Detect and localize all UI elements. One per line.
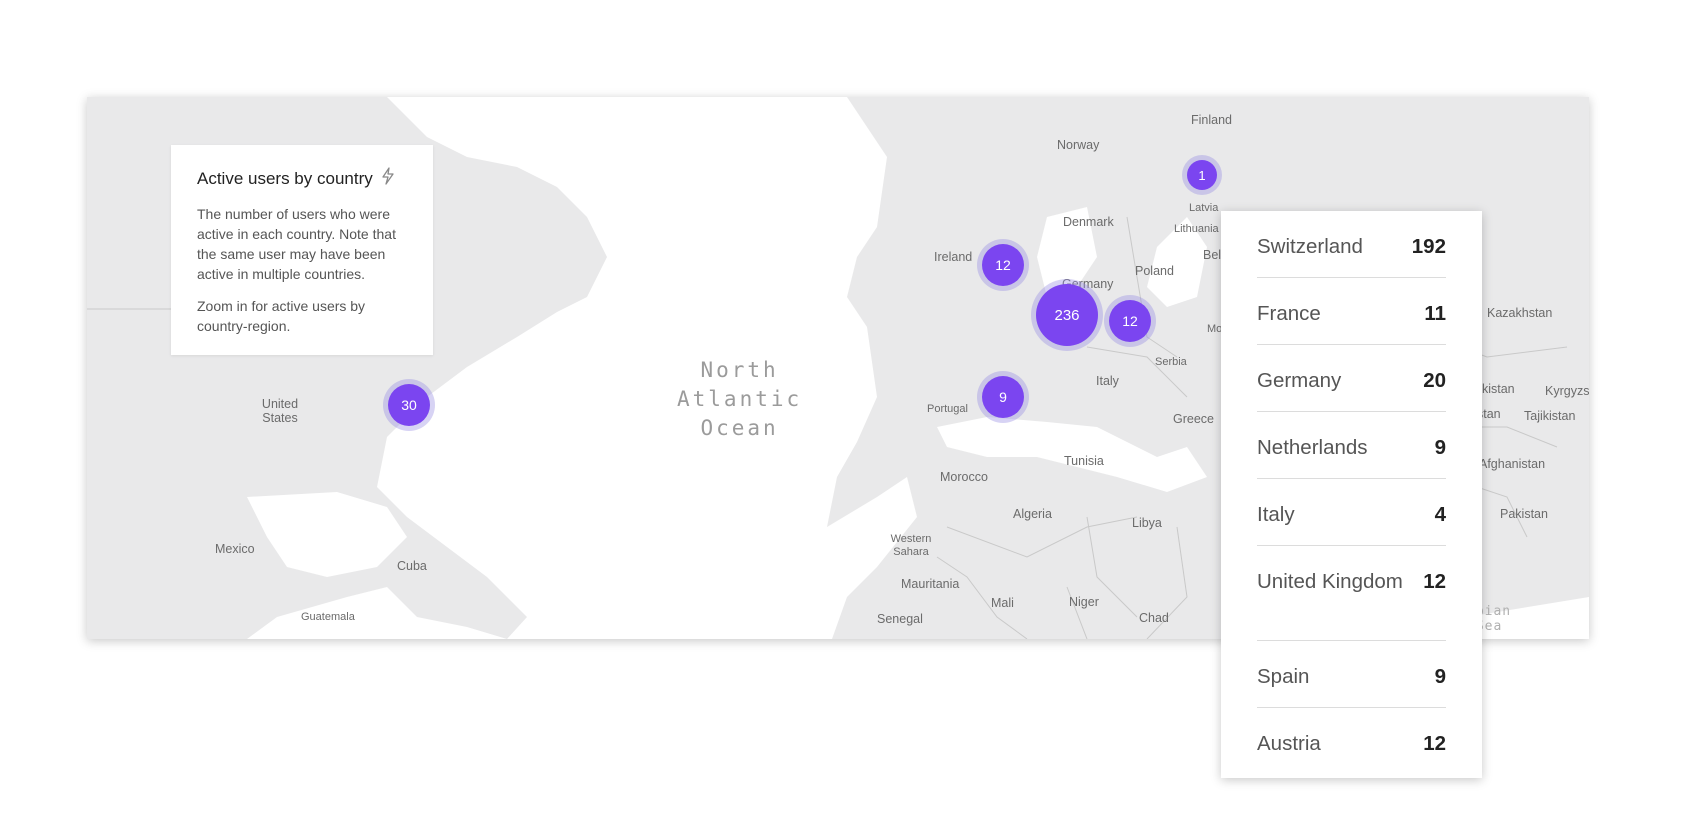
country-value: 12 xyxy=(1423,570,1446,593)
marker-uk[interactable]: 12 xyxy=(982,244,1024,286)
marker-spain[interactable]: 9 xyxy=(982,376,1024,418)
country-value: 9 xyxy=(1434,436,1446,459)
map-label-western-sahara: Western Sahara xyxy=(890,533,932,558)
map-label-tajikistan: Tajikistan xyxy=(1524,409,1576,423)
map-label-serbia: Serbia xyxy=(1155,356,1187,368)
card-description: The number of users who were active in e… xyxy=(197,206,396,282)
list-item[interactable]: Spain 9 xyxy=(1257,641,1446,708)
map-label-denmark: Denmark xyxy=(1063,215,1114,229)
country-name: Spain xyxy=(1257,665,1310,688)
map-label-pakistan: Pakistan xyxy=(1500,507,1548,521)
map-label-finland: Finland xyxy=(1191,113,1232,127)
country-value: 11 xyxy=(1424,302,1446,325)
list-item[interactable]: Italy 4 xyxy=(1257,479,1446,546)
map-label-latvia: Latvia xyxy=(1189,202,1219,214)
list-item[interactable]: Netherlands 9 xyxy=(1257,412,1446,479)
country-name: Italy xyxy=(1257,503,1295,526)
list-item[interactable]: Switzerland 192 xyxy=(1257,211,1446,278)
map-label-ireland: Ireland xyxy=(934,250,973,264)
map-label-afghanistan: Afghanistan xyxy=(1479,457,1546,471)
list-item[interactable]: France 11 xyxy=(1257,278,1446,345)
map-label-tunisia: Tunisia xyxy=(1064,454,1104,468)
country-name: Germany xyxy=(1257,369,1342,392)
map-label-lithuania: Lithuania xyxy=(1174,223,1219,235)
marker-france[interactable]: 236 xyxy=(1036,284,1098,346)
country-list: Switzerland 192 France 11 Germany 20 Net… xyxy=(1221,211,1482,778)
map-label-guatemala: Guatemala xyxy=(301,611,355,623)
ocean-label: North Atlantic Ocean xyxy=(677,356,802,443)
map-label-senegal: Senegal xyxy=(877,612,923,626)
marker-central[interactable]: 12 xyxy=(1109,300,1151,342)
info-card: Active users by country The number of us… xyxy=(171,145,433,355)
marker-north[interactable]: 1 xyxy=(1187,160,1217,190)
map-label-cuba: Cuba xyxy=(397,559,427,573)
ocean-label-line: North xyxy=(700,358,779,382)
card-zoom-hint: Zoom in for active users by country-regi… xyxy=(197,298,366,334)
card-title: Active users by country xyxy=(197,167,407,190)
country-value: 9 xyxy=(1434,665,1446,688)
map-label-portugal: Portugal xyxy=(927,403,968,415)
map-label-mali: Mali xyxy=(991,596,1014,610)
map-label-united-states: United States xyxy=(261,397,299,426)
list-item[interactable]: Austria 12 xyxy=(1257,708,1446,775)
map-label-mauritania: Mauritania xyxy=(901,577,960,591)
map-label-libya: Libya xyxy=(1132,516,1162,530)
country-name: Netherlands xyxy=(1257,436,1368,459)
map-label-niger: Niger xyxy=(1069,595,1099,609)
map-label-bel: Bel xyxy=(1203,248,1222,262)
country-name: Switzerland xyxy=(1257,235,1363,258)
country-name: Austria xyxy=(1257,732,1321,755)
ocean-label-line: Ocean xyxy=(700,416,779,440)
country-value: 20 xyxy=(1423,369,1446,392)
lightning-icon[interactable] xyxy=(381,167,395,190)
map-label-norway: Norway xyxy=(1057,138,1100,152)
country-value: 12 xyxy=(1423,732,1446,755)
map-label-chad: Chad xyxy=(1139,611,1169,625)
map-label-kyrgyz: Kyrgyzs xyxy=(1545,384,1589,398)
marker-usa[interactable]: 30 xyxy=(388,384,430,426)
map-label-mo: Mo xyxy=(1207,323,1223,335)
list-item[interactable]: United Kingdom 12 xyxy=(1257,546,1446,641)
map-label-italy: Italy xyxy=(1096,374,1119,388)
map-label-greece: Greece xyxy=(1173,412,1214,426)
country-name: France xyxy=(1257,302,1321,325)
card-title-text: Active users by country xyxy=(197,168,373,188)
country-name: United Kingdom xyxy=(1257,570,1403,593)
map-label-mexico: Mexico xyxy=(215,542,255,556)
map-label-poland: Poland xyxy=(1135,264,1174,278)
country-value: 192 xyxy=(1411,235,1446,258)
map-label-kazakhstan: Kazakhstan xyxy=(1487,306,1553,320)
map-label-algeria: Algeria xyxy=(1013,507,1052,521)
ocean-label-line: Atlantic xyxy=(677,387,803,411)
list-item[interactable]: Germany 20 xyxy=(1257,345,1446,412)
country-value: 4 xyxy=(1434,503,1446,526)
map-label-morocco: Morocco xyxy=(940,470,988,484)
